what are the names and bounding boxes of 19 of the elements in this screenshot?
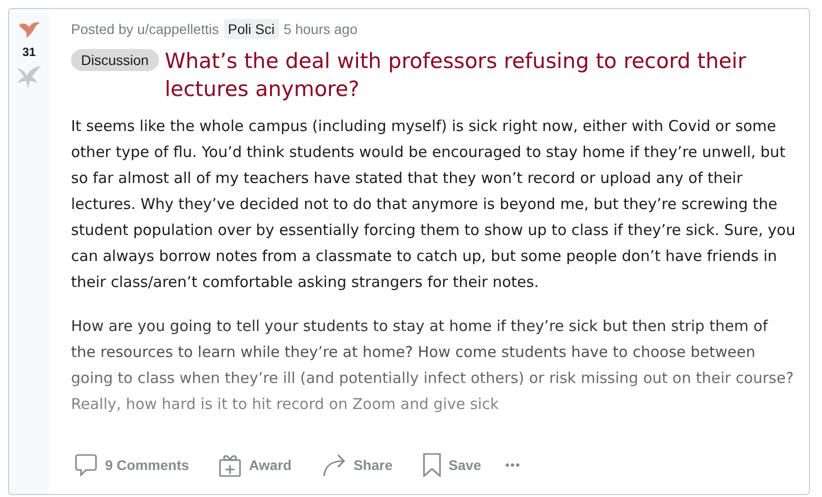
post-time: 5 hours ago	[284, 21, 358, 37]
downvote-icon[interactable]	[16, 65, 42, 89]
comment-icon	[75, 453, 97, 477]
award-button[interactable]: Award	[215, 447, 296, 483]
upvote-icon[interactable]	[17, 19, 41, 39]
post-title[interactable]: What’s the deal with professors refusing to record their lectures anymore?	[164, 47, 765, 103]
save-button[interactable]: Save	[418, 447, 486, 483]
more-button[interactable]: •••	[501, 452, 525, 478]
post-tag[interactable]: Discussion	[71, 49, 159, 71]
post-author[interactable]: Posted by u/cappellettis	[71, 21, 219, 37]
user-flair: Poli Sci	[224, 19, 279, 39]
vote-count: 31	[22, 45, 36, 59]
post-paragraph: How are you going to tell your students to stay at home if they’re sick but then strip them of the resources to learn while they’re at home? How come students have to choose between going to class when they’re ill (and potentially infect others) or risk missing out on their course? Really, how hard is it to hit record on Zoom and give sick	[71, 316, 795, 415]
share-arrow-icon	[322, 453, 346, 477]
post-paragraph: It seems like the whole campus (including myself) is sick right now, either with Covid or some other type of flu. You’d think students would be encouraged to stay home if they’re unwell, but so far almost all of my teachers have stated that they won’t record or upload any of their lectures. Why they’ve decided not to do that anymore is beyond me, but they’re screwing the student population over by essentially forcing them to show up to class if they’re sick. Sure, you can always borrow notes from a classmate to catch up, but some people don’t have friends in their class/aren’t comfortable asking strangers for their notes.	[71, 116, 796, 293]
comments-button[interactable]: 9 Comments	[71, 447, 194, 483]
gift-icon	[219, 453, 242, 477]
share-button[interactable]: Share	[318, 447, 396, 483]
bookmark-icon	[422, 453, 440, 477]
